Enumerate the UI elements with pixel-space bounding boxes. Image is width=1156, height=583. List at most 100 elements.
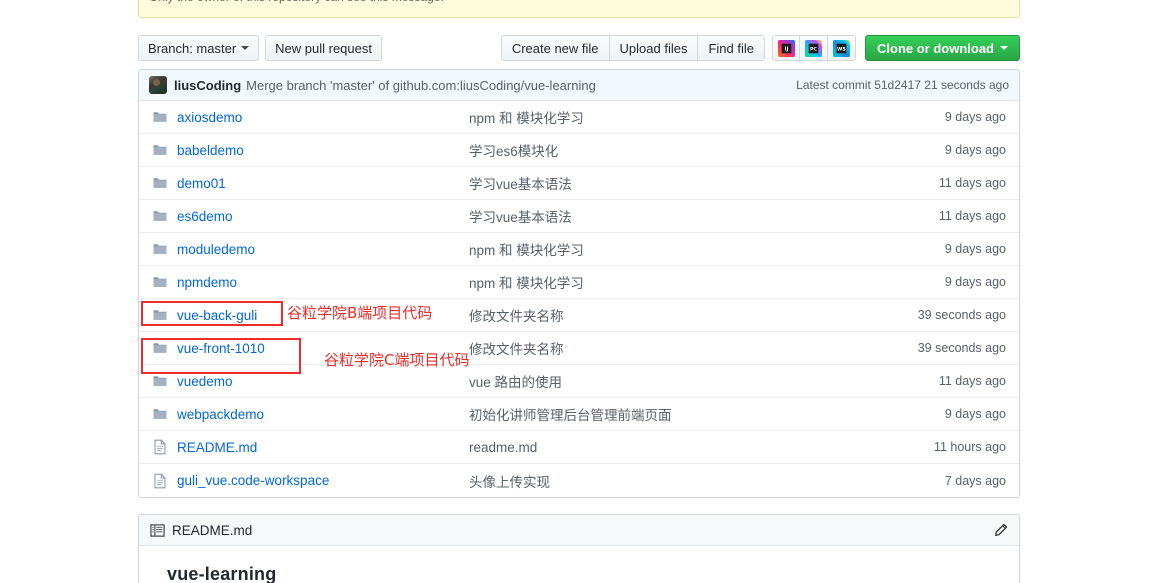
file-name-link[interactable]: es6demo: [177, 209, 233, 224]
file-commit-message[interactable]: npm 和 模块化学习: [469, 272, 887, 292]
table-row: es6demo 学习vue基本语法 11 days ago: [139, 200, 1019, 233]
table-row: README.md readme.md 11 hours ago: [139, 431, 1019, 464]
branch-selector-label: Branch: master: [148, 40, 237, 56]
file-name-cell: demo01: [139, 175, 469, 191]
toolbar-right-group: Create new file Upload files Find file I…: [500, 35, 1020, 61]
commit-message[interactable]: Merge branch 'master' of github.com:lius…: [246, 78, 596, 93]
folder-icon: [153, 376, 167, 386]
file-name-link[interactable]: npmdemo: [177, 275, 237, 290]
open-in-webstorm-button[interactable]: WS: [828, 35, 856, 61]
file-icon: [154, 473, 166, 488]
owner-notice-text: Only the owner of this repository can se…: [149, 0, 1009, 4]
webstorm-icon: WS: [833, 39, 850, 57]
intellij-idea-icon: IJ: [777, 39, 795, 57]
folder-icon: [153, 211, 167, 221]
commit-sha-link[interactable]: 51d2417: [874, 78, 921, 92]
table-row: babeldemo 学习es6模块化 9 days ago: [139, 134, 1019, 167]
folder-icon: [152, 274, 168, 290]
file-commit-message[interactable]: npm 和 模块化学习: [469, 107, 887, 127]
file-commit-time: 9 days ago: [944, 110, 1006, 124]
file-commit-time: 9 days ago: [944, 143, 1006, 157]
pencil-icon: [994, 523, 1008, 536]
latest-commit-meta: Latest commit 51d2417 21 seconds ago: [782, 78, 1009, 92]
file-commit-time: 11 hours ago: [933, 440, 1006, 454]
branch-selector-button[interactable]: Branch: master: [138, 35, 260, 61]
file-name-cell: moduledemo: [139, 241, 469, 257]
file-name-cell: guli_vue.code-workspace: [139, 473, 469, 489]
file-commit-message[interactable]: 初始化讲师管理后台管理前端页面: [469, 404, 887, 424]
upload-files-button[interactable]: Upload files: [609, 35, 699, 61]
latest-commit-label: Latest commit: [796, 78, 871, 92]
file-icon: [152, 439, 168, 455]
folder-icon: [152, 241, 168, 257]
svg-text:PC: PC: [810, 46, 817, 52]
owner-notice-banner: Only the owner of this repository can se…: [138, 0, 1020, 18]
file-name-cell: axiosdemo: [139, 109, 469, 125]
open-in-intellij-idea-button[interactable]: IJ: [772, 35, 800, 61]
ide-open-group: IJ PC WS: [772, 35, 856, 61]
table-row: axiosdemo npm 和 模块化学习 9 days ago: [139, 101, 1019, 134]
file-name-cell: vue-front-1010: [139, 340, 469, 356]
folder-icon: [152, 406, 168, 422]
file-commit-message[interactable]: npm 和 模块化学习: [469, 239, 887, 259]
toolbar-left-group: Branch: master New pull request: [138, 35, 382, 61]
table-row: moduledemo npm 和 模块化学习 9 days ago: [139, 233, 1019, 266]
file-commit-time: 9 days ago: [944, 407, 1006, 421]
chevron-down-icon: [241, 46, 250, 50]
readme-heading: vue-learning: [167, 564, 277, 583]
file-commit-time: 11 days ago: [938, 176, 1006, 190]
table-row: npmdemo npm 和 模块化学习 9 days ago: [139, 266, 1019, 299]
folder-icon: [153, 145, 167, 155]
folder-icon: [153, 178, 167, 188]
file-commit-message[interactable]: 头像上传实现: [469, 471, 887, 491]
table-row: vue-front-1010 修改文件夹名称 39 seconds ago: [139, 332, 1019, 365]
file-name-cell: babeldemo: [139, 142, 469, 158]
file-commit-time: 39 seconds ago: [917, 341, 1006, 355]
table-row: webpackdemo 初始化讲师管理后台管理前端页面 9 days ago: [139, 398, 1019, 431]
readme-header: README.md: [139, 515, 1019, 546]
file-name-cell: es6demo: [139, 208, 469, 224]
file-commit-time: 11 days ago: [938, 209, 1006, 223]
readme-body: vue-learning: [139, 546, 1019, 583]
table-row: vuedemo vue 路由的使用 11 days ago: [139, 365, 1019, 398]
file-commit-time: 9 days ago: [944, 242, 1006, 256]
file-actions-group: Create new file Upload files Find file: [500, 35, 765, 61]
file-name-link[interactable]: vuedemo: [177, 374, 233, 389]
clone-or-download-label: Clone or download: [877, 40, 994, 56]
file-commit-message[interactable]: 修改文件夹名称: [469, 338, 887, 358]
folder-icon: [152, 373, 168, 389]
edit-readme-button[interactable]: [993, 523, 1008, 538]
file-commit-message[interactable]: vue 路由的使用: [469, 371, 887, 391]
file-commit-message[interactable]: 学习es6模块化: [469, 140, 887, 160]
upload-files-label: Upload files: [619, 40, 688, 56]
readme-title: README.md: [172, 522, 253, 538]
file-name-link[interactable]: vue-front-1010: [177, 341, 265, 356]
readme-panel: README.md vue-learning: [138, 514, 1020, 583]
file-name-link[interactable]: babeldemo: [177, 143, 244, 158]
file-name-link[interactable]: demo01: [177, 176, 226, 191]
find-file-button[interactable]: Find file: [698, 35, 765, 61]
file-commit-time: 7 days ago: [944, 473, 1006, 488]
commit-author-link[interactable]: liusCoding: [174, 78, 241, 93]
book-icon: [150, 523, 165, 537]
file-name-link[interactable]: webpackdemo: [177, 407, 264, 422]
create-new-file-button[interactable]: Create new file: [500, 35, 610, 61]
clone-or-download-button[interactable]: Clone or download: [865, 35, 1020, 61]
file-name-link[interactable]: vue-back-guli: [177, 308, 257, 323]
file-name-link[interactable]: README.md: [177, 440, 257, 455]
folder-icon: [152, 307, 168, 323]
file-commit-message[interactable]: 学习vue基本语法: [469, 206, 887, 226]
open-in-pycharm-button[interactable]: PC: [800, 35, 828, 61]
latest-commit-row: liusCoding Merge branch 'master' of gith…: [139, 70, 1019, 101]
file-commit-message[interactable]: readme.md: [469, 440, 887, 455]
file-commit-message[interactable]: 修改文件夹名称: [469, 305, 887, 325]
find-file-label: Find file: [708, 40, 754, 56]
file-name-link[interactable]: moduledemo: [177, 242, 255, 257]
file-name-link[interactable]: axiosdemo: [177, 110, 242, 125]
new-pull-request-button[interactable]: New pull request: [265, 35, 382, 61]
pycharm-icon: PC: [805, 39, 822, 57]
folder-icon: [153, 343, 167, 353]
file-commit-message[interactable]: 学习vue基本语法: [469, 173, 887, 193]
file-name-link[interactable]: guli_vue.code-workspace: [177, 473, 329, 488]
folder-icon: [152, 340, 168, 356]
